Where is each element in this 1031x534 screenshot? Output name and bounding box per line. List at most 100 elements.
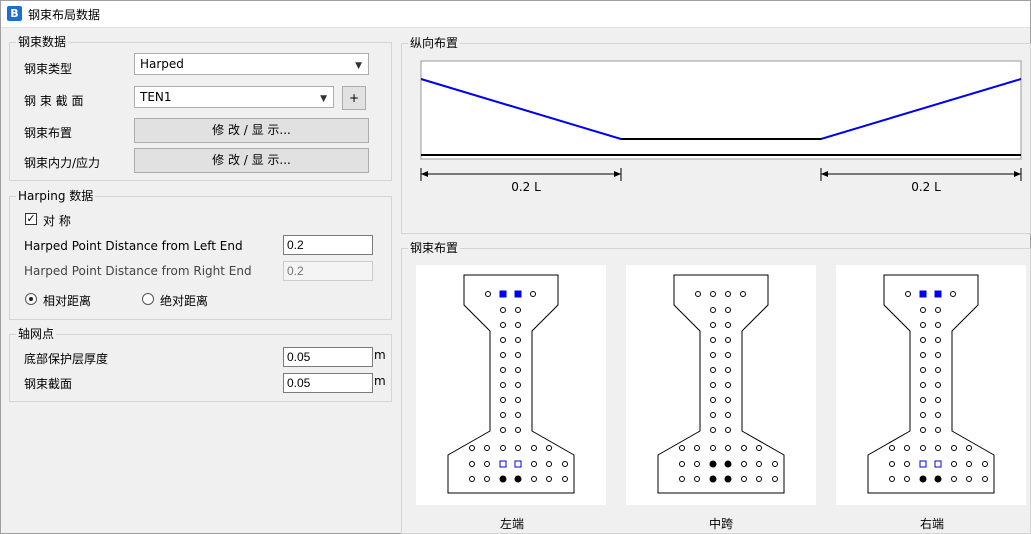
grid-point bbox=[725, 412, 731, 418]
grid-point bbox=[725, 397, 731, 403]
symmetric-checkbox[interactable]: ✓ bbox=[25, 213, 37, 225]
grid-point bbox=[725, 382, 731, 388]
bottom-cover-input[interactable] bbox=[283, 347, 373, 367]
grid-point bbox=[920, 352, 926, 358]
grid-point bbox=[982, 476, 988, 482]
grid-point bbox=[515, 307, 521, 313]
right-end-distance-label: Harped Point Distance from Right End bbox=[24, 264, 252, 278]
tendon-strand bbox=[919, 475, 927, 483]
grid-point bbox=[500, 427, 506, 433]
grid-point bbox=[710, 291, 716, 297]
section-caption-right: 右端 bbox=[920, 517, 945, 531]
grid-point bbox=[889, 476, 895, 482]
grid-point bbox=[935, 397, 941, 403]
app-logo-icon: B bbox=[7, 6, 22, 21]
grid-point bbox=[500, 412, 506, 418]
grid-point bbox=[710, 367, 716, 373]
left-end-section-drawing bbox=[447, 274, 575, 494]
tendon-layout-modify-button[interactable]: 修 改 / 显 示... bbox=[134, 118, 369, 143]
tendon-strand bbox=[499, 290, 507, 298]
tendon-section-spacing-input[interactable] bbox=[283, 373, 373, 393]
grid-point bbox=[920, 322, 926, 328]
grid-point bbox=[679, 461, 685, 467]
absolute-distance-label: 绝对距离 bbox=[160, 294, 209, 308]
left-end-distance-label: Harped Point Distance from Left End bbox=[24, 239, 243, 253]
grid-point bbox=[546, 461, 552, 467]
grid-point bbox=[515, 382, 521, 388]
dialog-window: B 钢束布局数据 钢束数据 钢束类型 Harped ▼ 钢 束 截 面 TEN1… bbox=[0, 0, 1031, 534]
grid-point bbox=[500, 397, 506, 403]
tendon-strand bbox=[919, 460, 927, 468]
add-section-button[interactable]: + bbox=[342, 86, 366, 110]
grid-point bbox=[515, 352, 521, 358]
grid-point bbox=[515, 445, 521, 451]
grid-point bbox=[756, 461, 762, 467]
grid-point bbox=[982, 461, 988, 467]
grid-point bbox=[772, 476, 778, 482]
arrow-right-icon bbox=[1014, 171, 1021, 177]
grid-point bbox=[710, 352, 716, 358]
grid-point bbox=[694, 445, 700, 451]
grid-point bbox=[935, 367, 941, 373]
grid-point bbox=[920, 427, 926, 433]
tendon-strand bbox=[709, 460, 717, 468]
absolute-distance-radio[interactable] bbox=[142, 293, 154, 305]
tendon-type-label: 钢束类型 bbox=[24, 62, 73, 76]
mid-span-section-drawing bbox=[657, 274, 785, 494]
tendon-strand bbox=[709, 475, 717, 483]
grid-point bbox=[935, 307, 941, 313]
grid-point bbox=[725, 291, 731, 297]
tendon-layout-label: 钢束布置 bbox=[24, 126, 73, 140]
window-title: 钢束布局数据 bbox=[28, 8, 101, 22]
grid-point bbox=[710, 397, 716, 403]
relative-distance-radio[interactable] bbox=[25, 293, 37, 305]
grid-point bbox=[935, 382, 941, 388]
longitudinal-diagram: 0.2 L 0.2 L bbox=[420, 60, 1022, 194]
grid-point bbox=[725, 307, 731, 313]
grid-point bbox=[920, 412, 926, 418]
right-end-section-drawing bbox=[867, 274, 995, 494]
tendon-strand bbox=[919, 290, 927, 298]
tendon-section-select[interactable]: TEN1 ▼ bbox=[134, 86, 334, 108]
girder-outline bbox=[867, 274, 995, 494]
grid-point bbox=[741, 476, 747, 482]
grid-point bbox=[679, 476, 685, 482]
chevron-down-icon: ▼ bbox=[355, 61, 362, 71]
grid-point bbox=[904, 461, 910, 467]
grid-point bbox=[695, 291, 701, 297]
grid-point bbox=[772, 461, 778, 467]
grid-point bbox=[679, 445, 685, 451]
tendon-type-select[interactable]: Harped ▼ bbox=[134, 53, 369, 75]
beam-elevation bbox=[420, 60, 1022, 160]
grid-point bbox=[725, 352, 731, 358]
chevron-down-icon: ▼ bbox=[320, 94, 327, 104]
grid-point bbox=[920, 367, 926, 373]
left-end-distance-input[interactable] bbox=[283, 235, 373, 255]
section-caption-left: 左端 bbox=[500, 517, 525, 531]
grid-point bbox=[469, 476, 475, 482]
grid-point bbox=[935, 337, 941, 343]
right-end-distance-input[interactable] bbox=[283, 261, 373, 281]
symmetric-label: 对 称 bbox=[43, 214, 71, 228]
grid-point bbox=[725, 337, 731, 343]
grid-point bbox=[935, 427, 941, 433]
tendon-force-modify-button[interactable]: 修 改 / 显 示... bbox=[134, 148, 369, 173]
grid-point bbox=[500, 322, 506, 328]
grid-point bbox=[935, 352, 941, 358]
tendon-strand bbox=[514, 290, 522, 298]
section-panel-mid bbox=[626, 265, 816, 505]
grid-point bbox=[515, 412, 521, 418]
grid-point bbox=[935, 445, 941, 451]
grid-point bbox=[905, 291, 911, 297]
grid-point bbox=[484, 445, 490, 451]
grid-point bbox=[966, 445, 972, 451]
grid-point bbox=[500, 307, 506, 313]
grid-point bbox=[710, 412, 716, 418]
grid-point bbox=[531, 476, 537, 482]
section-caption-mid: 中跨 bbox=[709, 517, 734, 531]
grid-point bbox=[546, 476, 552, 482]
grid-point bbox=[756, 476, 762, 482]
grid-point bbox=[515, 322, 521, 328]
harping-data-group-title: Harping 数据 bbox=[16, 189, 96, 203]
tendon-strand bbox=[514, 475, 522, 483]
